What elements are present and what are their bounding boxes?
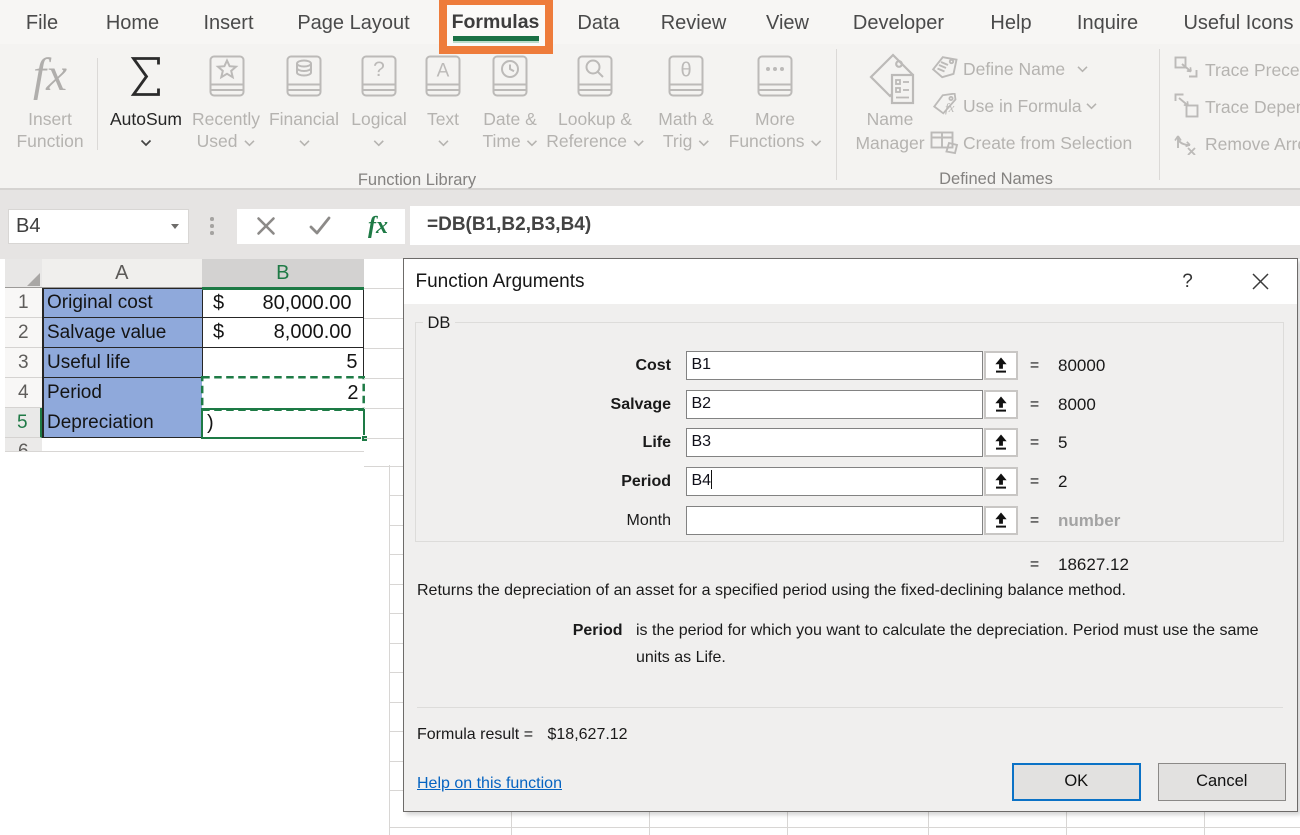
svg-text:A: A [437, 61, 450, 82]
svg-text:?: ? [373, 58, 385, 81]
svg-text:fx: fx [945, 100, 955, 115]
svg-text:θ: θ [680, 60, 691, 82]
